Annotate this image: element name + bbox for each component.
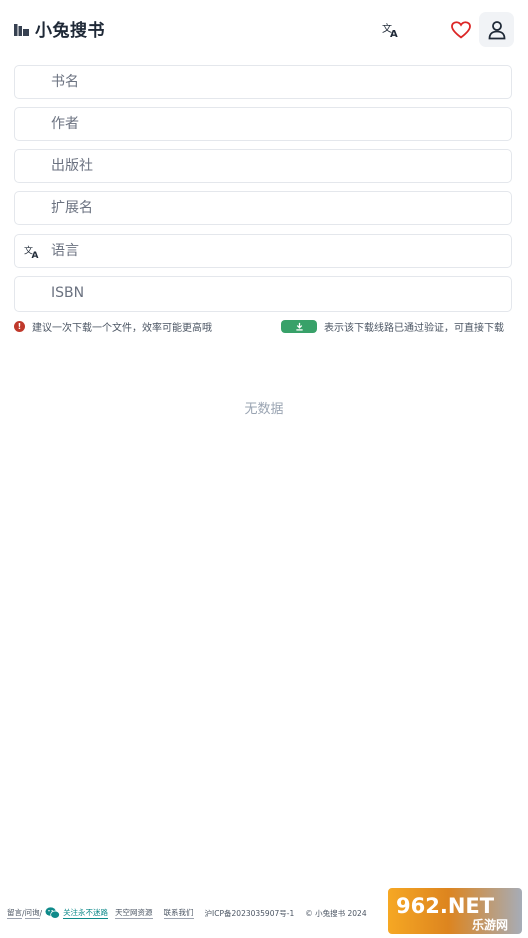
empty-state: 无数据 [244, 402, 284, 417]
verified-legend-text: 表示该下载线路已通过验证，可直接下载 [324, 322, 504, 334]
brand[interactable]: 小兔搜书 [14, 15, 105, 41]
verified-download-chip [281, 319, 317, 333]
user-button[interactable] [479, 12, 514, 47]
author-field[interactable] [14, 107, 512, 141]
watermark-sub: 乐游网 [472, 917, 508, 932]
publisher-input[interactable] [51, 150, 491, 182]
author-input[interactable] [51, 108, 491, 140]
language-button[interactable]: 文 A [378, 17, 404, 43]
warning-icon: ! [14, 320, 25, 332]
watermark-logo: 962.NET 乐游网 [388, 888, 522, 934]
translate-icon: 文 A [24, 244, 39, 260]
isbn-input[interactable] [51, 277, 491, 309]
favorites-button[interactable] [448, 17, 474, 43]
book-title-field[interactable] [14, 65, 512, 99]
app-header: 小兔搜书 文 A [0, 0, 528, 58]
language-input[interactable] [51, 235, 491, 267]
copyright-text: © 小兔搜书 2024 [305, 908, 367, 918]
isbn-field[interactable] [14, 276, 512, 312]
verified-legend: 表示该下载线路已通过验证，可直接下载 [281, 318, 504, 334]
language-field[interactable]: 文 A [14, 234, 512, 268]
watermark-brand: 962.NET [396, 894, 495, 918]
translate-icon: 文 A [382, 22, 398, 38]
contact-link[interactable]: 联系我们 [163, 907, 194, 919]
extension-field[interactable] [14, 191, 512, 225]
footer: 留言 / 问询 / 关注永不迷路 天空网资源 联系我们 沪ICP备2023035… [7, 906, 367, 920]
download-icon [295, 322, 303, 331]
svg-text:A: A [32, 251, 39, 260]
library-icon [14, 23, 29, 36]
inquiry-link[interactable]: 问询 [24, 907, 40, 919]
download-tip-text: 建议一次下载一个文件，效率可能更高哦 [32, 322, 212, 334]
app-title: 小兔搜书 [35, 20, 105, 41]
message-link[interactable]: 留言 [7, 907, 22, 919]
footer-separator: / [39, 908, 43, 918]
svg-text:A: A [390, 29, 398, 38]
resource-link[interactable]: 天空网资源 [115, 907, 153, 919]
publisher-field[interactable] [14, 149, 512, 183]
icp-text: 沪ICP备2023035907号-1 [204, 908, 295, 918]
user-icon [488, 20, 505, 39]
download-tip: ! 建议一次下载一个文件，效率可能更高哦 [14, 318, 212, 334]
wechat-icon [45, 907, 60, 919]
book-title-input[interactable] [51, 66, 491, 98]
extension-input[interactable] [51, 192, 491, 224]
wechat-follow-link[interactable]: 关注永不迷路 [63, 907, 109, 919]
heart-icon [451, 21, 471, 39]
